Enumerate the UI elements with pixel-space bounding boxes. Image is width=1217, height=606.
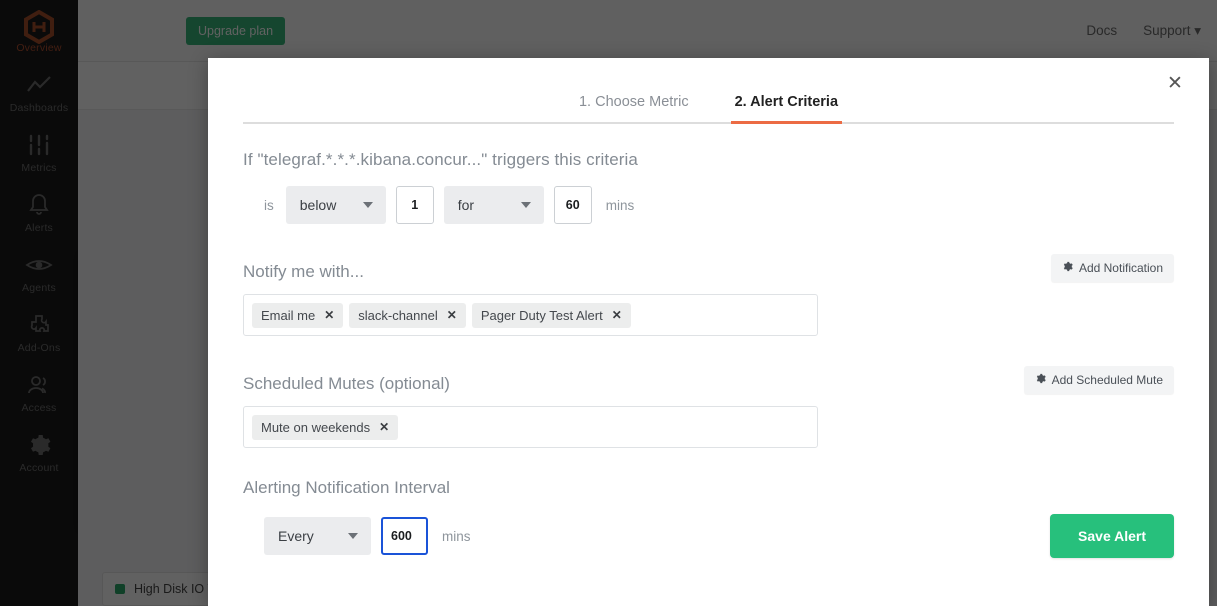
criteria-row: is below for mins — [243, 186, 1174, 224]
duration-label-value: for — [457, 197, 475, 213]
interval-section-header: Alerting Notification Interval — [243, 478, 1174, 498]
notification-tag: Pager Duty Test Alert ✕ — [471, 302, 631, 328]
criteria-title: If "telegraf.*.*.*.kibana.concur..." tri… — [243, 150, 638, 169]
remove-tag-icon[interactable]: ✕ — [379, 420, 389, 434]
duration-label-select[interactable]: for — [443, 186, 544, 224]
notify-title: Notify me with... — [243, 262, 364, 281]
save-alert-button[interactable]: Save Alert — [1050, 514, 1174, 558]
notification-tag: Email me ✕ — [252, 302, 344, 328]
notify-section-header: Notify me with... Add Notification — [243, 254, 1174, 282]
interval-row: Every mins Save Alert — [243, 514, 1174, 558]
chevron-down-icon — [520, 202, 531, 208]
gear-icon — [1035, 373, 1046, 387]
frequency-select[interactable]: Every — [264, 517, 371, 555]
comparison-select-value: below — [299, 197, 337, 213]
screen: Overview Dashboards Metrics — [0, 0, 1217, 606]
modal-body: If "telegraf.*.*.*.kibana.concur..." tri… — [208, 150, 1209, 558]
tag-label: Pager Duty Test Alert — [480, 307, 603, 323]
tag-label: slack-channel — [358, 307, 438, 323]
gear-icon — [1062, 261, 1073, 275]
add-notification-button[interactable]: Add Notification — [1050, 254, 1174, 282]
interval-unit-label: mins — [442, 528, 471, 544]
tab-choose-metric[interactable]: 1. Choose Metric — [575, 88, 693, 124]
notification-tag: slack-channel ✕ — [349, 302, 466, 328]
interval-title: Alerting Notification Interval — [243, 478, 450, 497]
close-icon[interactable]: ✕ — [1163, 72, 1187, 96]
add-scheduled-mute-label: Add Scheduled Mute — [1051, 373, 1163, 387]
add-scheduled-mute-button[interactable]: Add Scheduled Mute — [1023, 366, 1174, 394]
threshold-input[interactable] — [395, 186, 434, 224]
notification-tag-input[interactable]: Email me ✕ slack-channel ✕ Pager Duty Te… — [243, 294, 818, 336]
tag-label: Email me — [261, 307, 316, 323]
modal-tabs: 1. Choose Metric 2. Alert Criteria — [243, 86, 1174, 124]
mutes-section-header: Scheduled Mutes (optional) Add Scheduled… — [243, 366, 1174, 394]
mutes-title: Scheduled Mutes (optional) — [243, 374, 450, 393]
scheduled-mute-tag-input[interactable]: Mute on weekends ✕ — [243, 406, 818, 448]
alert-criteria-modal: ✕ 1. Choose Metric 2. Alert Criteria If … — [208, 58, 1209, 606]
remove-tag-icon[interactable]: ✕ — [447, 308, 457, 322]
chevron-down-icon — [362, 202, 373, 208]
duration-input[interactable] — [553, 186, 592, 224]
tag-label: Mute on weekends — [261, 419, 371, 435]
is-label: is — [264, 197, 274, 213]
chevron-down-icon — [348, 533, 358, 539]
comparison-select[interactable]: below — [285, 186, 386, 224]
remove-tag-icon[interactable]: ✕ — [612, 308, 622, 322]
tab-alert-criteria[interactable]: 2. Alert Criteria — [730, 88, 843, 124]
remove-tag-icon[interactable]: ✕ — [324, 308, 334, 322]
add-notification-label: Add Notification — [1078, 261, 1163, 275]
frequency-select-value: Every — [278, 528, 314, 544]
duration-unit-label: mins — [605, 197, 635, 213]
scheduled-mute-tag: Mute on weekends ✕ — [252, 414, 399, 440]
interval-input[interactable] — [381, 517, 428, 555]
